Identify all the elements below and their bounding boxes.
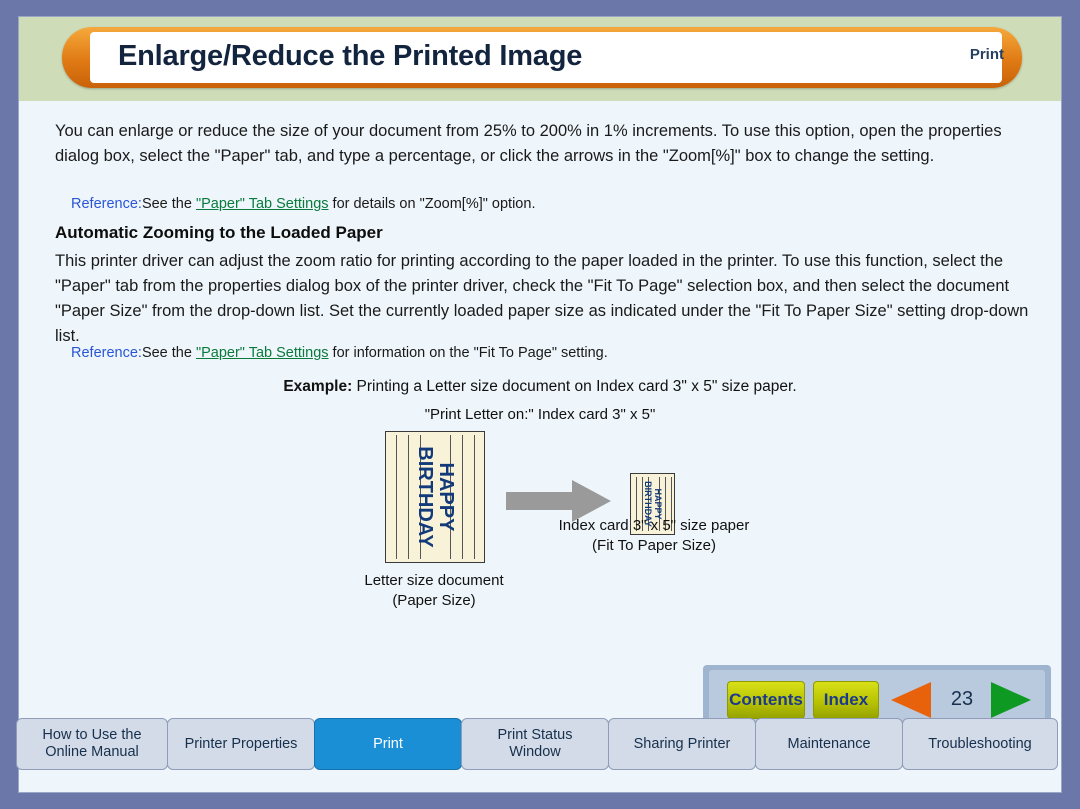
reference-pre-text: See the: [141, 345, 196, 361]
doc-rule-line: [396, 435, 397, 559]
tab-sharing-printer[interactable]: Sharing Printer: [608, 718, 756, 770]
tab-label-line-1: Maintenance: [787, 735, 871, 752]
reference-label: Reference:: [71, 196, 142, 212]
paragraph-1: You can enlarge or reduce the size of yo…: [55, 122, 1002, 165]
tab-label-line-2: Window: [509, 744, 561, 760]
header-pill: Enlarge/Reduce the Printed Image Print: [62, 27, 1022, 88]
tab-label-line-1: Printer Properties: [184, 735, 298, 752]
caption-right-line-1: Index card 3" x 5" size paper: [558, 517, 750, 534]
print-letter-on-line: "Print Letter on:" Index card 3" x 5": [424, 406, 656, 423]
happy-birthday-text: HAPPY BIRTHDAY: [414, 446, 457, 548]
paragraph-2: This printer driver can adjust the zoom …: [55, 252, 1029, 345]
example-text: Printing a Letter size document on Index…: [352, 378, 797, 395]
reference-label: Reference:: [71, 345, 142, 361]
manual-page: Enlarge/Reduce the Printed Image Print Y…: [18, 16, 1062, 793]
reference-pre-text: See the: [141, 196, 196, 212]
page-number: 23: [950, 688, 974, 710]
tab-label-line-1: Print Status: [497, 727, 573, 743]
bottom-tab-bar: How to Use the Online Manual Printer Pro…: [16, 718, 1064, 770]
letter-size-document-graphic: HAPPY BIRTHDAY: [385, 431, 485, 563]
caption-left-line-2: (Paper Size): [392, 592, 476, 609]
tab-label-line-2: Online Manual: [45, 744, 139, 760]
caption-right: Index card 3" x 5" size paper (Fit To Pa…: [524, 516, 784, 556]
tab-maintenance[interactable]: Maintenance: [755, 718, 903, 770]
subheading-automatic-zooming: Automatic Zooming to the Loaded Paper: [55, 223, 383, 242]
tab-how-to-use-online-manual[interactable]: How to Use the Online Manual: [16, 718, 168, 770]
reference-post-text: for information on the "Fit To Page" set…: [328, 345, 608, 361]
paper-tab-settings-link[interactable]: "Paper" Tab Settings: [196, 196, 329, 212]
doc-rule-line: [408, 435, 409, 559]
tab-label-line-1: Print: [373, 735, 403, 752]
caption-right-line-2: (Fit To Paper Size): [592, 537, 716, 554]
page-title: Enlarge/Reduce the Printed Image: [118, 40, 583, 72]
navigation-panel-inner: Contents Index 23: [709, 670, 1045, 722]
tab-troubleshooting[interactable]: Troubleshooting: [902, 718, 1058, 770]
reference-line-1: Reference:See the "Paper" Tab Settings f…: [71, 196, 535, 212]
example-label: Example:: [283, 378, 353, 395]
doc-rule-line: [462, 435, 463, 559]
header-band: Enlarge/Reduce the Printed Image Print: [19, 17, 1061, 101]
next-page-arrow-icon[interactable]: [991, 682, 1031, 718]
index-button[interactable]: Index: [813, 681, 879, 719]
tab-label-line-1: Sharing Printer: [633, 735, 731, 752]
example-line: Example: Printing a Letter size document…: [19, 378, 1061, 396]
caption-left: Letter size document (Paper Size): [329, 571, 539, 611]
reference-post-text: for details on "Zoom[%]" option.: [328, 196, 536, 212]
happy-text: HAPPY: [435, 462, 457, 532]
paper-tab-settings-link[interactable]: "Paper" Tab Settings: [196, 345, 329, 361]
doc-rule-line: [474, 435, 475, 559]
tab-print[interactable]: Print: [314, 718, 462, 770]
tab-print-status-window[interactable]: Print Status Window: [461, 718, 609, 770]
contents-button[interactable]: Contents: [727, 681, 805, 719]
tab-label-line-1: How to Use the: [42, 727, 142, 743]
birthday-text: BIRTHDAY: [414, 446, 436, 548]
reference-line-2: Reference:See the "Paper" Tab Settings f…: [71, 345, 608, 361]
tab-label-line-1: Troubleshooting: [928, 735, 1032, 752]
previous-page-arrow-icon[interactable]: [891, 682, 931, 718]
header-inner-panel: Enlarge/Reduce the Printed Image: [90, 32, 1002, 83]
tab-printer-properties[interactable]: Printer Properties: [167, 718, 315, 770]
caption-left-line-1: Letter size document: [364, 572, 504, 589]
header-section-label: Print: [969, 46, 1004, 63]
